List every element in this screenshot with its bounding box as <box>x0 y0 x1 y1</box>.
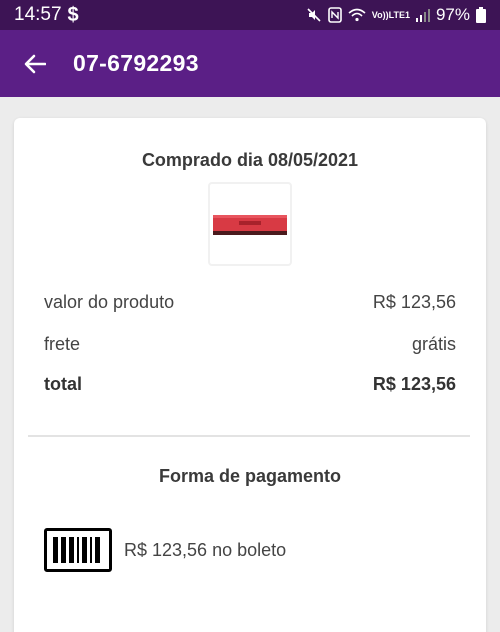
total-amount: R$ 123,56 <box>372 374 456 394</box>
barcode-icon <box>44 528 112 572</box>
product-value-amount: R$ 123,56 <box>372 292 456 312</box>
signal-icon <box>415 8 430 22</box>
app-bar: 07-6792293 <box>0 30 500 97</box>
nfc-icon <box>327 7 342 23</box>
payment-method-text: R$ 123,56 no boleto <box>124 539 287 560</box>
status-time: 14:57 <box>14 4 62 25</box>
status-icons: Vo)) LTE1 97% <box>306 5 486 25</box>
shipping-row: frete grátis <box>44 334 456 355</box>
dollar-icon: $ <box>67 3 79 26</box>
battery-percent: 97% <box>435 5 470 24</box>
section-divider <box>28 435 470 437</box>
purchase-date-heading: Comprado dia 08/05/2021 <box>141 150 359 170</box>
shipping-label: frete <box>44 334 81 354</box>
total-label: total <box>44 374 82 394</box>
order-card: Comprado dia 08/05/2021 valor do produto… <box>14 118 486 632</box>
volte-lte-indicator: Vo)) LTE1 <box>371 9 410 20</box>
mute-icon <box>306 7 322 23</box>
payment-method-row: R$ 123,56 no boleto <box>44 528 286 572</box>
back-arrow-icon[interactable] <box>20 49 50 79</box>
battery-icon <box>476 7 486 23</box>
shipping-value: grátis <box>411 334 456 354</box>
page-title: 07-6792293 <box>73 50 199 76</box>
product-value-row: valor do produto R$ 123,56 <box>44 292 456 313</box>
total-row: total R$ 123,56 <box>44 374 456 395</box>
product-image[interactable] <box>208 182 292 266</box>
wifi-icon <box>348 8 366 22</box>
product-value-label: valor do produto <box>44 292 175 312</box>
status-bar: 14:57 $ Vo)) LTE1 97% <box>0 0 500 30</box>
payment-method-heading: Forma de pagamento <box>158 466 342 486</box>
ram-module-image <box>213 215 287 235</box>
